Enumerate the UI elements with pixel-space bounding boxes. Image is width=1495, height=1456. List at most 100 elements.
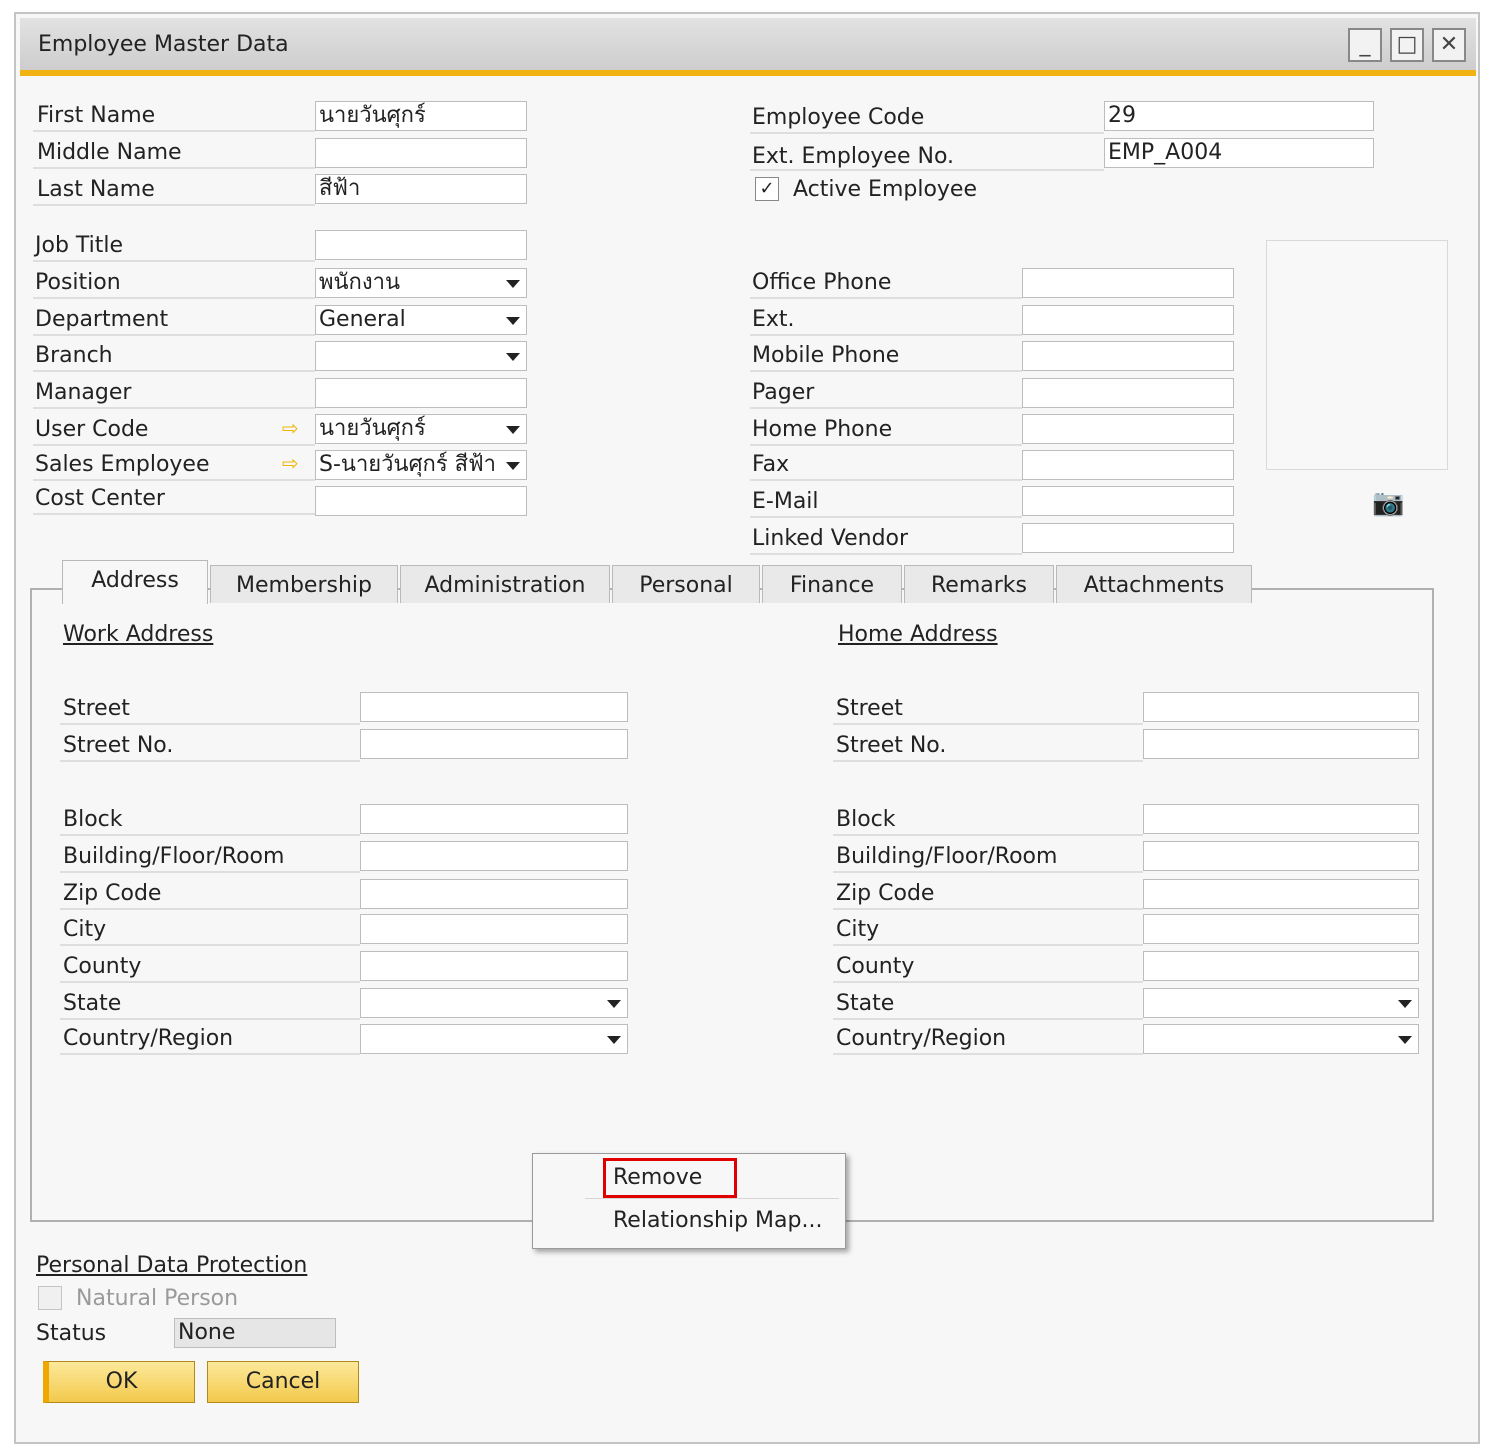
home-zip-field[interactable] — [1143, 879, 1419, 909]
work-street-no-field[interactable] — [360, 729, 628, 759]
work-country-dropdown[interactable] — [360, 1024, 628, 1054]
chevron-down-icon — [506, 317, 520, 325]
status-label: Status — [36, 1321, 107, 1346]
divider — [33, 260, 315, 262]
natural-person-checkbox[interactable] — [38, 1286, 62, 1310]
active-employee-checkbox[interactable]: ✓ — [755, 177, 779, 201]
email-field[interactable] — [1022, 486, 1234, 516]
minimize-button[interactable]: _ — [1348, 28, 1382, 62]
ok-button[interactable]: OK — [43, 1361, 195, 1403]
user-code-dropdown[interactable]: นายวันศุกร์ — [315, 414, 527, 444]
chevron-down-icon — [607, 1000, 621, 1008]
chevron-down-icon — [506, 280, 520, 288]
menu-item-relationship-map[interactable]: Relationship Map... — [613, 1208, 822, 1233]
work-street-field[interactable] — [360, 692, 628, 722]
ext-field[interactable] — [1022, 305, 1234, 335]
chevron-down-icon — [1398, 1000, 1412, 1008]
ext-employee-no-field[interactable]: EMP_A004 — [1104, 138, 1374, 168]
linked-vendor-label: Linked Vendor — [752, 526, 909, 551]
branch-dropdown[interactable] — [315, 341, 527, 371]
work-street-label: Street — [63, 696, 130, 721]
middle-name-field[interactable] — [315, 138, 527, 168]
divider — [833, 760, 1143, 762]
cancel-button[interactable]: Cancel — [207, 1361, 359, 1403]
divider — [833, 944, 1143, 946]
close-button[interactable]: ✕ — [1432, 28, 1466, 62]
tab-remarks[interactable]: Remarks — [904, 565, 1054, 603]
home-street-no-field[interactable] — [1143, 729, 1419, 759]
home-block-field[interactable] — [1143, 804, 1419, 834]
fax-label: Fax — [752, 452, 790, 477]
mobile-phone-field[interactable] — [1022, 341, 1234, 371]
divider — [833, 834, 1143, 836]
pager-field[interactable] — [1022, 378, 1234, 408]
work-city-label: City — [63, 917, 107, 942]
pager-label: Pager — [752, 380, 815, 405]
work-block-label: Block — [63, 807, 123, 832]
home-building-field[interactable] — [1143, 841, 1419, 871]
divider — [750, 132, 1104, 134]
divider — [60, 981, 360, 983]
divider — [33, 204, 315, 206]
maximize-button[interactable]: □ — [1390, 28, 1424, 62]
home-country-dropdown[interactable] — [1143, 1024, 1419, 1054]
divider — [750, 334, 1022, 336]
divider — [60, 723, 360, 725]
linked-vendor-field[interactable] — [1022, 523, 1234, 553]
work-county-field[interactable] — [360, 951, 628, 981]
divider — [750, 407, 1022, 409]
link-arrow-icon[interactable]: ⇨ — [282, 416, 299, 440]
work-state-label: State — [63, 991, 122, 1016]
divider — [750, 297, 1022, 299]
job-title-field[interactable] — [315, 230, 527, 260]
divider — [33, 479, 315, 481]
menu-item-remove[interactable]: Remove — [613, 1165, 702, 1190]
tab-address[interactable]: Address — [62, 560, 208, 604]
manager-field[interactable] — [315, 378, 527, 408]
tab-personal[interactable]: Personal — [612, 565, 760, 603]
home-street-field[interactable] — [1143, 692, 1419, 722]
tab-membership[interactable]: Membership — [210, 565, 398, 603]
tab-administration[interactable]: Administration — [400, 565, 610, 603]
employee-code-field[interactable]: 29 — [1104, 101, 1374, 131]
department-dropdown[interactable]: General — [315, 305, 527, 335]
home-phone-label: Home Phone — [752, 417, 893, 442]
sales-employee-dropdown[interactable]: S-นายวันศุกร์ สีฟ้า — [315, 450, 527, 480]
work-building-field[interactable] — [360, 841, 628, 871]
divider — [33, 167, 315, 169]
home-county-label: County — [836, 954, 915, 979]
cost-center-field[interactable] — [315, 486, 527, 516]
work-address-title: Work Address — [63, 622, 214, 647]
tab-finance[interactable]: Finance — [762, 565, 902, 603]
home-state-dropdown[interactable] — [1143, 988, 1419, 1018]
last-name-label: Last Name — [37, 177, 155, 202]
fax-field[interactable] — [1022, 450, 1234, 480]
home-phone-field[interactable] — [1022, 414, 1234, 444]
position-dropdown[interactable]: พนักงาน — [315, 268, 527, 298]
divider — [750, 444, 1022, 446]
last-name-field[interactable]: สีฟ้า — [315, 174, 527, 204]
work-zip-label: Zip Code — [63, 881, 162, 906]
user-code-label: User Code — [35, 417, 149, 442]
work-state-dropdown[interactable] — [360, 988, 628, 1018]
chevron-down-icon — [607, 1036, 621, 1044]
office-phone-label: Office Phone — [752, 270, 892, 295]
office-phone-field[interactable] — [1022, 268, 1234, 298]
home-address-title: Home Address — [838, 622, 998, 647]
home-county-field[interactable] — [1143, 951, 1419, 981]
link-arrow-icon[interactable]: ⇨ — [282, 451, 299, 475]
work-country-label: Country/Region — [63, 1026, 234, 1051]
employee-code-label: Employee Code — [752, 105, 925, 130]
work-zip-field[interactable] — [360, 879, 628, 909]
first-name-field[interactable]: นายวันศุกร์ — [315, 101, 527, 131]
work-city-field[interactable] — [360, 914, 628, 944]
work-block-field[interactable] — [360, 804, 628, 834]
tab-attachments[interactable]: Attachments — [1056, 565, 1252, 603]
work-building-label: Building/Floor/Room — [63, 844, 285, 869]
home-country-label: Country/Region — [836, 1026, 1007, 1051]
employee-photo[interactable] — [1266, 240, 1448, 470]
chevron-down-icon — [506, 426, 520, 434]
home-city-field[interactable] — [1143, 914, 1419, 944]
camera-icon[interactable]: 📷 — [1372, 488, 1404, 518]
status-field: None — [174, 1318, 336, 1348]
